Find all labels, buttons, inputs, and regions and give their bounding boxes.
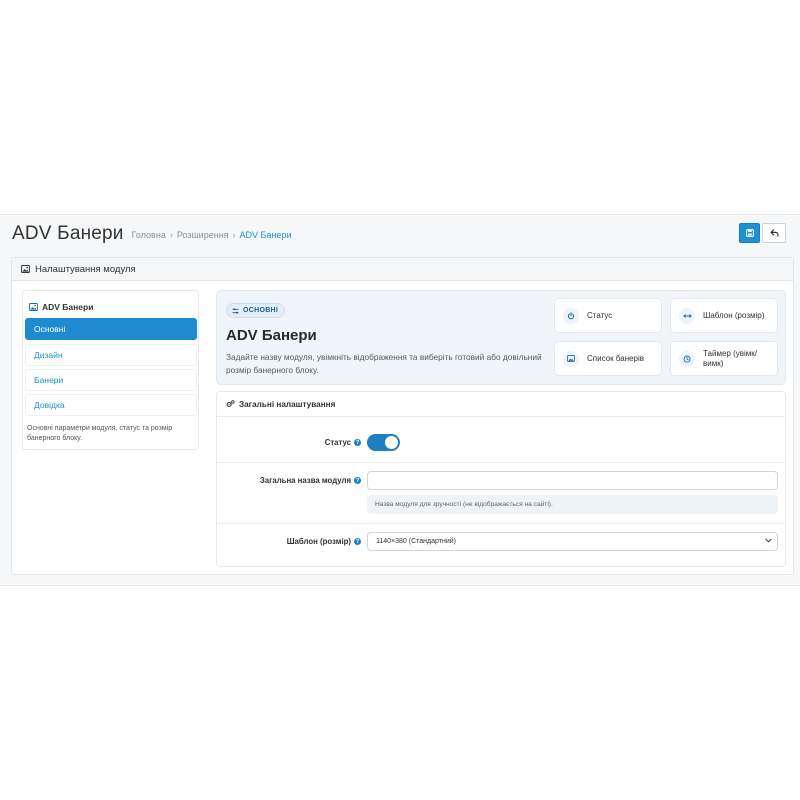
badge-label: ОСНОВНІ (243, 307, 279, 314)
status-label: Статус ? (325, 438, 361, 447)
help-icon[interactable]: ? (354, 439, 361, 446)
tile-banner-list-label: Список банерів (587, 353, 645, 363)
sliders-icon (232, 307, 239, 314)
help-icon[interactable]: ? (354, 538, 361, 545)
nav-item-basic[interactable]: Основні (25, 318, 197, 340)
toggle-knob (385, 436, 398, 449)
general-settings-panel: Загальні налаштування Статус ? Загальна … (216, 391, 786, 567)
breadcrumb: Головна › Розширення › ADV Банери (132, 230, 292, 240)
card-header-title: Налаштування модуля (35, 263, 136, 275)
breadcrumb-separator: › (169, 230, 173, 240)
reply-arrow-icon (769, 229, 779, 237)
image-icon (563, 350, 579, 367)
module-name-label: Загальна назва модуля ? (260, 476, 361, 485)
nav-item-help[interactable]: Довідка (25, 394, 197, 416)
save-button[interactable] (739, 223, 760, 243)
chevron-down-icon (765, 538, 772, 543)
back-button[interactable] (762, 223, 786, 243)
module-name-input[interactable] (367, 471, 778, 490)
hero-description: Задайте назву модуля, увімкніть відображ… (226, 352, 542, 375)
tile-status-label: Статус (587, 310, 613, 320)
section-badge: ОСНОВНІ (226, 303, 286, 318)
tile-banner-list[interactable]: Список банерів (554, 341, 662, 376)
app-frame: ADV Банери Головна › Розширення › ADV Ба… (0, 214, 800, 586)
template-label-text: Шаблон (розмір) (286, 537, 351, 546)
header-actions (739, 223, 786, 243)
nav-item-banners[interactable]: Банери (25, 369, 197, 391)
row-divider (217, 523, 785, 524)
template-select-value: 1140×380 (Стандартний) (376, 538, 456, 545)
power-icon (563, 307, 579, 324)
breadcrumb-current[interactable]: ADV Банери (240, 230, 292, 240)
breadcrumb-extensions[interactable]: Розширення (177, 230, 229, 240)
hero-title: ADV Банери (226, 327, 317, 344)
module-name-label-text: Загальна назва модуля (259, 476, 351, 485)
card-header: Налаштування модуля (12, 258, 793, 281)
help-icon[interactable]: ? (354, 477, 361, 484)
nav-title: ADV Банери (23, 291, 198, 315)
nav-title-label: ADV Банери (42, 302, 94, 312)
template-select[interactable]: 1140×380 (Стандартний) (367, 532, 778, 551)
clock-icon (679, 350, 695, 367)
hero-panel: ОСНОВНІ ADV Банери Задайте назву модуля,… (216, 290, 786, 385)
status-toggle[interactable] (367, 434, 400, 451)
cogs-icon (226, 400, 235, 408)
status-label-text: Статус (324, 438, 351, 447)
nav-item-design[interactable]: Дизайн (25, 344, 197, 366)
tile-status[interactable]: Статус (554, 298, 662, 333)
template-label: Шаблон (розмір) ? (287, 537, 361, 546)
resize-icon (679, 307, 695, 324)
settings-title: Загальні налаштування (239, 399, 336, 409)
breadcrumb-separator: › (232, 230, 236, 240)
module-settings-card: Налаштування модуля ADV Банери Основні Д… (11, 257, 794, 575)
save-icon (745, 229, 754, 237)
page-header: ADV Банери Головна › Розширення › ADV Ба… (12, 219, 792, 249)
settings-header: Загальні налаштування (217, 392, 785, 417)
page-title: ADV Банери (12, 223, 124, 244)
image-icon (21, 265, 30, 273)
module-nav: ADV Банери Основні Дизайн Банери Довідка… (22, 290, 199, 450)
tile-template[interactable]: Шаблон (розмір) (670, 298, 778, 333)
tile-timer[interactable]: Таймер (увімк/вимк) (670, 341, 778, 376)
nav-description: Основні параметри модуля, статус та розм… (27, 425, 173, 442)
breadcrumb-home[interactable]: Головна (132, 230, 166, 240)
module-name-hint: Назва модуля для зручності (не відобража… (367, 495, 778, 514)
tile-timer-label: Таймер (увімк/вимк) (703, 348, 757, 368)
tile-template-label: Шаблон (розмір) (703, 310, 765, 320)
row-divider (217, 462, 785, 463)
image-icon (29, 303, 38, 311)
